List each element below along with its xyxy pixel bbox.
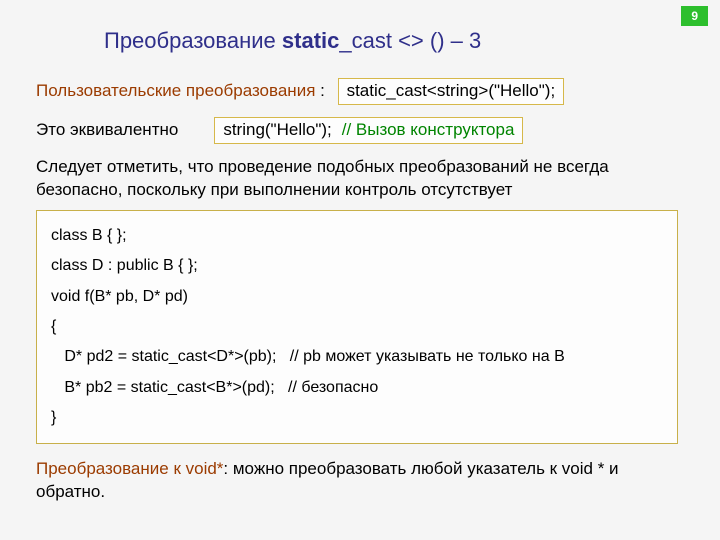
- code-l1: class B { };: [51, 221, 663, 251]
- code-l7: }: [51, 403, 663, 433]
- code-string-ctor: string("Hello"); // Вызов конструктора: [214, 117, 523, 144]
- code-l6: B* pb2 = static_cast<B*>(pd); // безопас…: [51, 373, 663, 403]
- line-user-conversion: Пользовательские преобразования : static…: [36, 78, 688, 105]
- code-l2: class D : public B { };: [51, 251, 663, 281]
- code-string-ctor-text: string("Hello");: [223, 120, 331, 139]
- code-l5b: // pb может указывать не только на B: [290, 348, 565, 365]
- code-l3: void f(B* pb, D* pd): [51, 282, 663, 312]
- code-static-cast-str: static_cast<string>("Hello");: [338, 78, 565, 105]
- line-equivalent: Это эквивалентно string("Hello"); // Вызов…: [36, 117, 688, 144]
- content-area: Пользовательские преобразования : static…: [0, 54, 720, 504]
- user-conv-label: Пользовательские преобразования: [36, 81, 315, 100]
- page-number-badge: 9: [681, 6, 708, 26]
- code-l6a: B* pb2 = static_cast<B*>(pd);: [64, 379, 274, 396]
- equiv-label: Это эквивалентно: [36, 120, 178, 139]
- title-pre: Преобразование: [104, 28, 282, 53]
- code-l5: D* pd2 = static_cast<D*>(pb); // pb може…: [51, 342, 663, 372]
- ctor-comment: // Вызов конструктора: [342, 120, 515, 139]
- code-l5a: D* pd2 = static_cast<D*>(pb);: [64, 348, 276, 365]
- code-block: class B { }; class D : public B { }; voi…: [36, 210, 678, 445]
- title-bold: static: [282, 28, 339, 53]
- colon: :: [315, 81, 329, 100]
- bottom-note: Преобразование к void*: можно преобразов…: [36, 458, 688, 504]
- bottom-highlight: Преобразование к void*: [36, 459, 223, 478]
- code-l4: {: [51, 312, 663, 342]
- slide-title: Преобразование static_cast <> () – 3: [0, 0, 720, 54]
- warning-paragraph: Следует отметить, что проведение подобны…: [36, 156, 688, 202]
- code-l6b: // безопасно: [288, 379, 378, 396]
- title-rest: _cast <> () – 3: [339, 28, 481, 53]
